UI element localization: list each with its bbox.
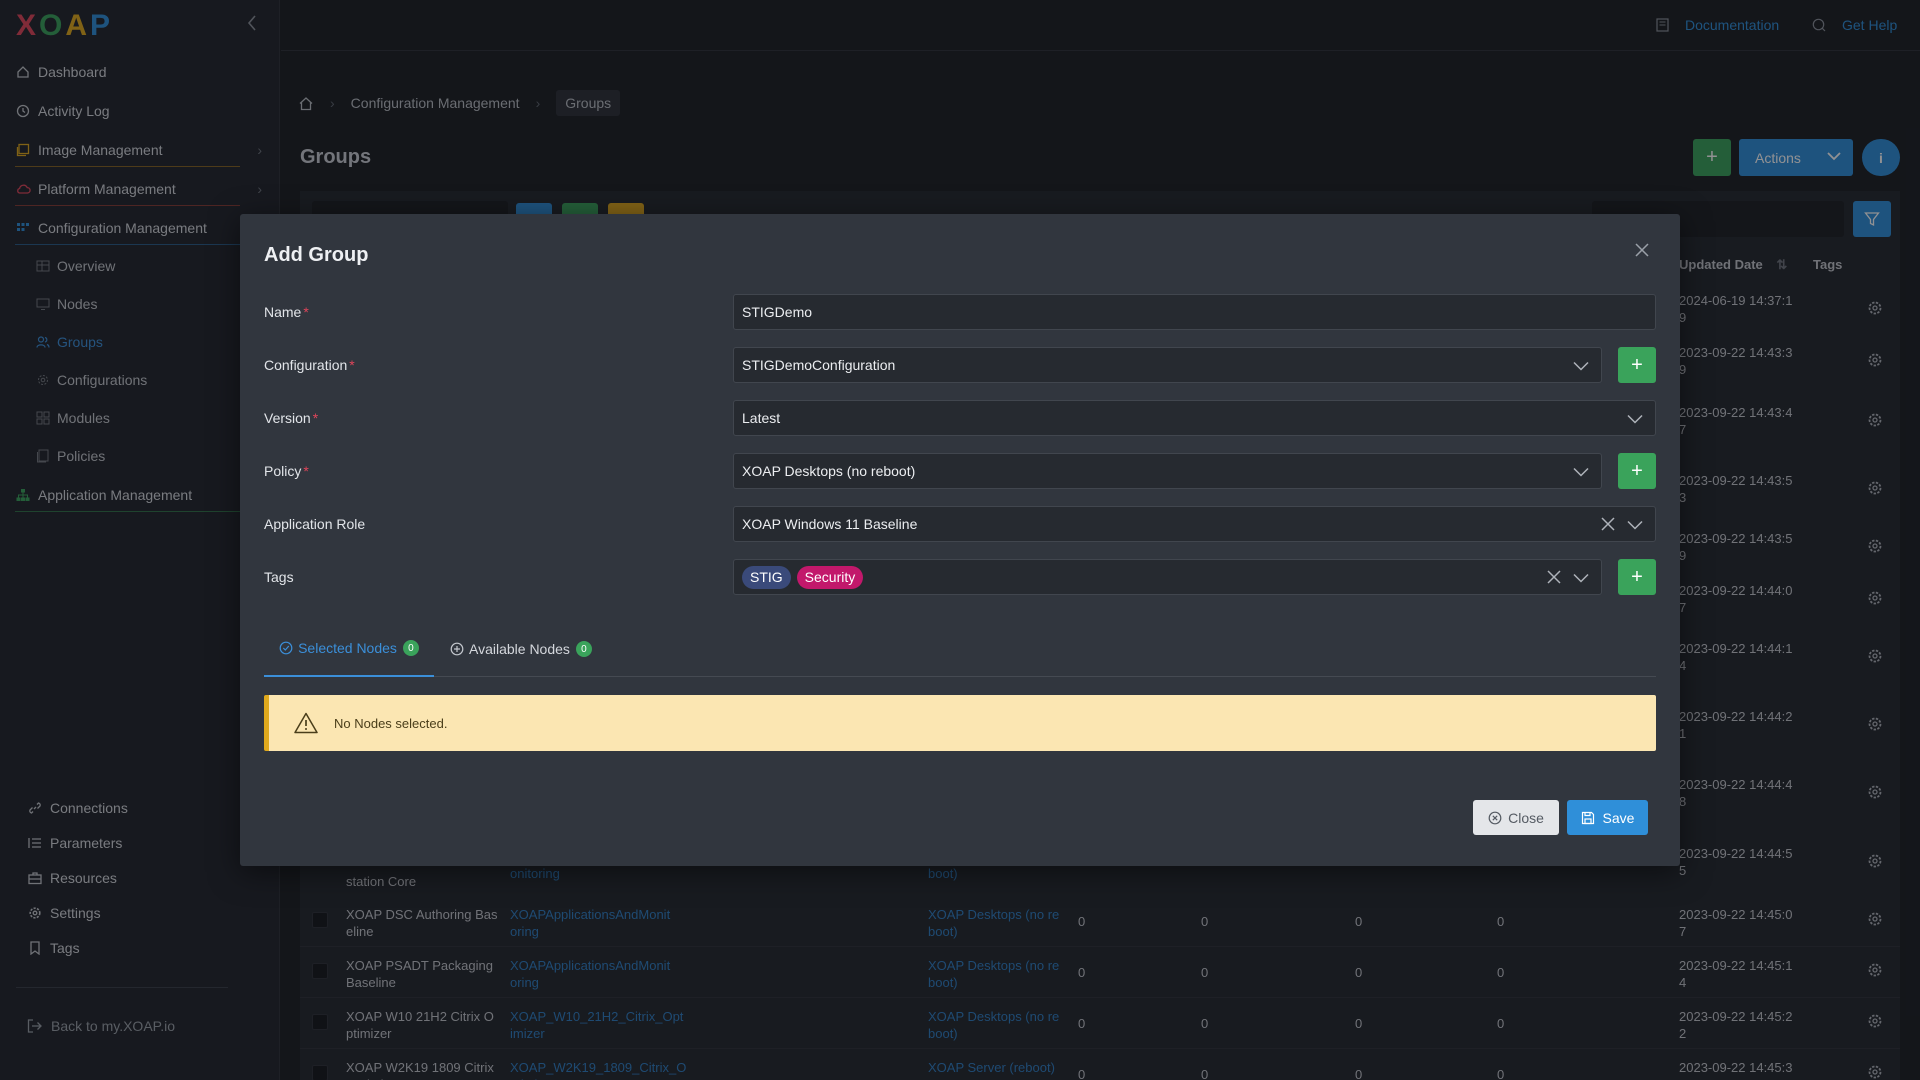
plus-icon: + <box>1631 459 1643 482</box>
close-circle-icon <box>1488 811 1502 825</box>
button-label: Close <box>1508 809 1544 826</box>
close-button[interactable]: Close <box>1473 800 1559 835</box>
chevron-down-icon <box>1627 411 1643 427</box>
label-text: Name <box>264 304 302 320</box>
name-value: STIGDemo <box>742 304 813 320</box>
name-label: Name * <box>264 304 309 320</box>
plus-icon: + <box>1631 353 1643 376</box>
application-role-select[interactable]: XOAP Windows 11 Baseline <box>733 506 1656 542</box>
count-badge: 0 <box>575 641 592 657</box>
policy-label: Policy * <box>264 463 309 479</box>
tab-label: Available Nodes <box>469 641 570 657</box>
alert-text: No Nodes selected. <box>334 715 448 731</box>
label-text: Policy <box>264 463 302 479</box>
tag-chip-stig[interactable]: STIG <box>742 565 791 589</box>
save-button[interactable]: Save <box>1567 800 1648 835</box>
application-role-value: XOAP Windows 11 Baseline <box>742 516 918 532</box>
label-text: Version <box>264 410 311 426</box>
nodes-tabs: Selected Nodes 0 Available Nodes 0 <box>264 621 1656 677</box>
tag-chip-security[interactable]: Security <box>796 565 864 589</box>
chevron-down-icon <box>1573 358 1589 374</box>
tab-selected-nodes[interactable]: Selected Nodes 0 <box>264 621 434 677</box>
configuration-select[interactable]: STIGDemoConfiguration <box>733 347 1602 383</box>
no-nodes-alert: No Nodes selected. <box>264 695 1656 751</box>
version-label: Version * <box>264 410 319 426</box>
tab-label: Selected Nodes <box>298 640 397 656</box>
add-group-modal: Add Group Name * STIGDemo Configuration * … <box>240 214 1680 866</box>
chevron-down-icon <box>1573 570 1589 586</box>
warning-icon <box>294 712 334 734</box>
close-icon[interactable] <box>1634 242 1650 261</box>
count-badge: 0 <box>402 640 419 656</box>
version-value: Latest <box>742 410 781 426</box>
modal-title: Add Group <box>264 244 369 266</box>
add-policy-button[interactable]: + <box>1618 453 1656 489</box>
application-role-label: Application Role <box>264 516 365 532</box>
chevron-down-icon <box>1573 464 1589 480</box>
name-input[interactable]: STIGDemo <box>733 294 1656 330</box>
button-label: Save <box>1602 809 1635 826</box>
label-text: Tags <box>264 569 294 585</box>
policy-select[interactable]: XOAP Desktops (no reboot) <box>733 453 1602 489</box>
tab-available-nodes[interactable]: Available Nodes 0 <box>450 621 592 677</box>
clear-icon[interactable] <box>1547 570 1561 587</box>
tags-label: Tags <box>264 569 294 585</box>
tags-select[interactable]: STIG Security <box>733 559 1602 595</box>
add-configuration-button[interactable]: + <box>1618 347 1656 383</box>
check-circle-icon <box>279 641 293 655</box>
add-tag-button[interactable]: + <box>1618 559 1656 595</box>
configuration-value: STIGDemoConfiguration <box>742 357 896 373</box>
clear-icon[interactable] <box>1601 517 1615 534</box>
version-select[interactable]: Latest <box>733 400 1656 436</box>
chevron-down-icon <box>1627 517 1643 533</box>
label-text: Configuration <box>264 357 348 373</box>
label-text: Application Role <box>264 516 366 532</box>
plus-icon: + <box>1631 565 1643 588</box>
policy-value: XOAP Desktops (no reboot) <box>742 463 916 479</box>
plus-circle-icon <box>450 642 464 656</box>
configuration-label: Configuration * <box>264 357 355 373</box>
save-icon <box>1581 811 1595 825</box>
